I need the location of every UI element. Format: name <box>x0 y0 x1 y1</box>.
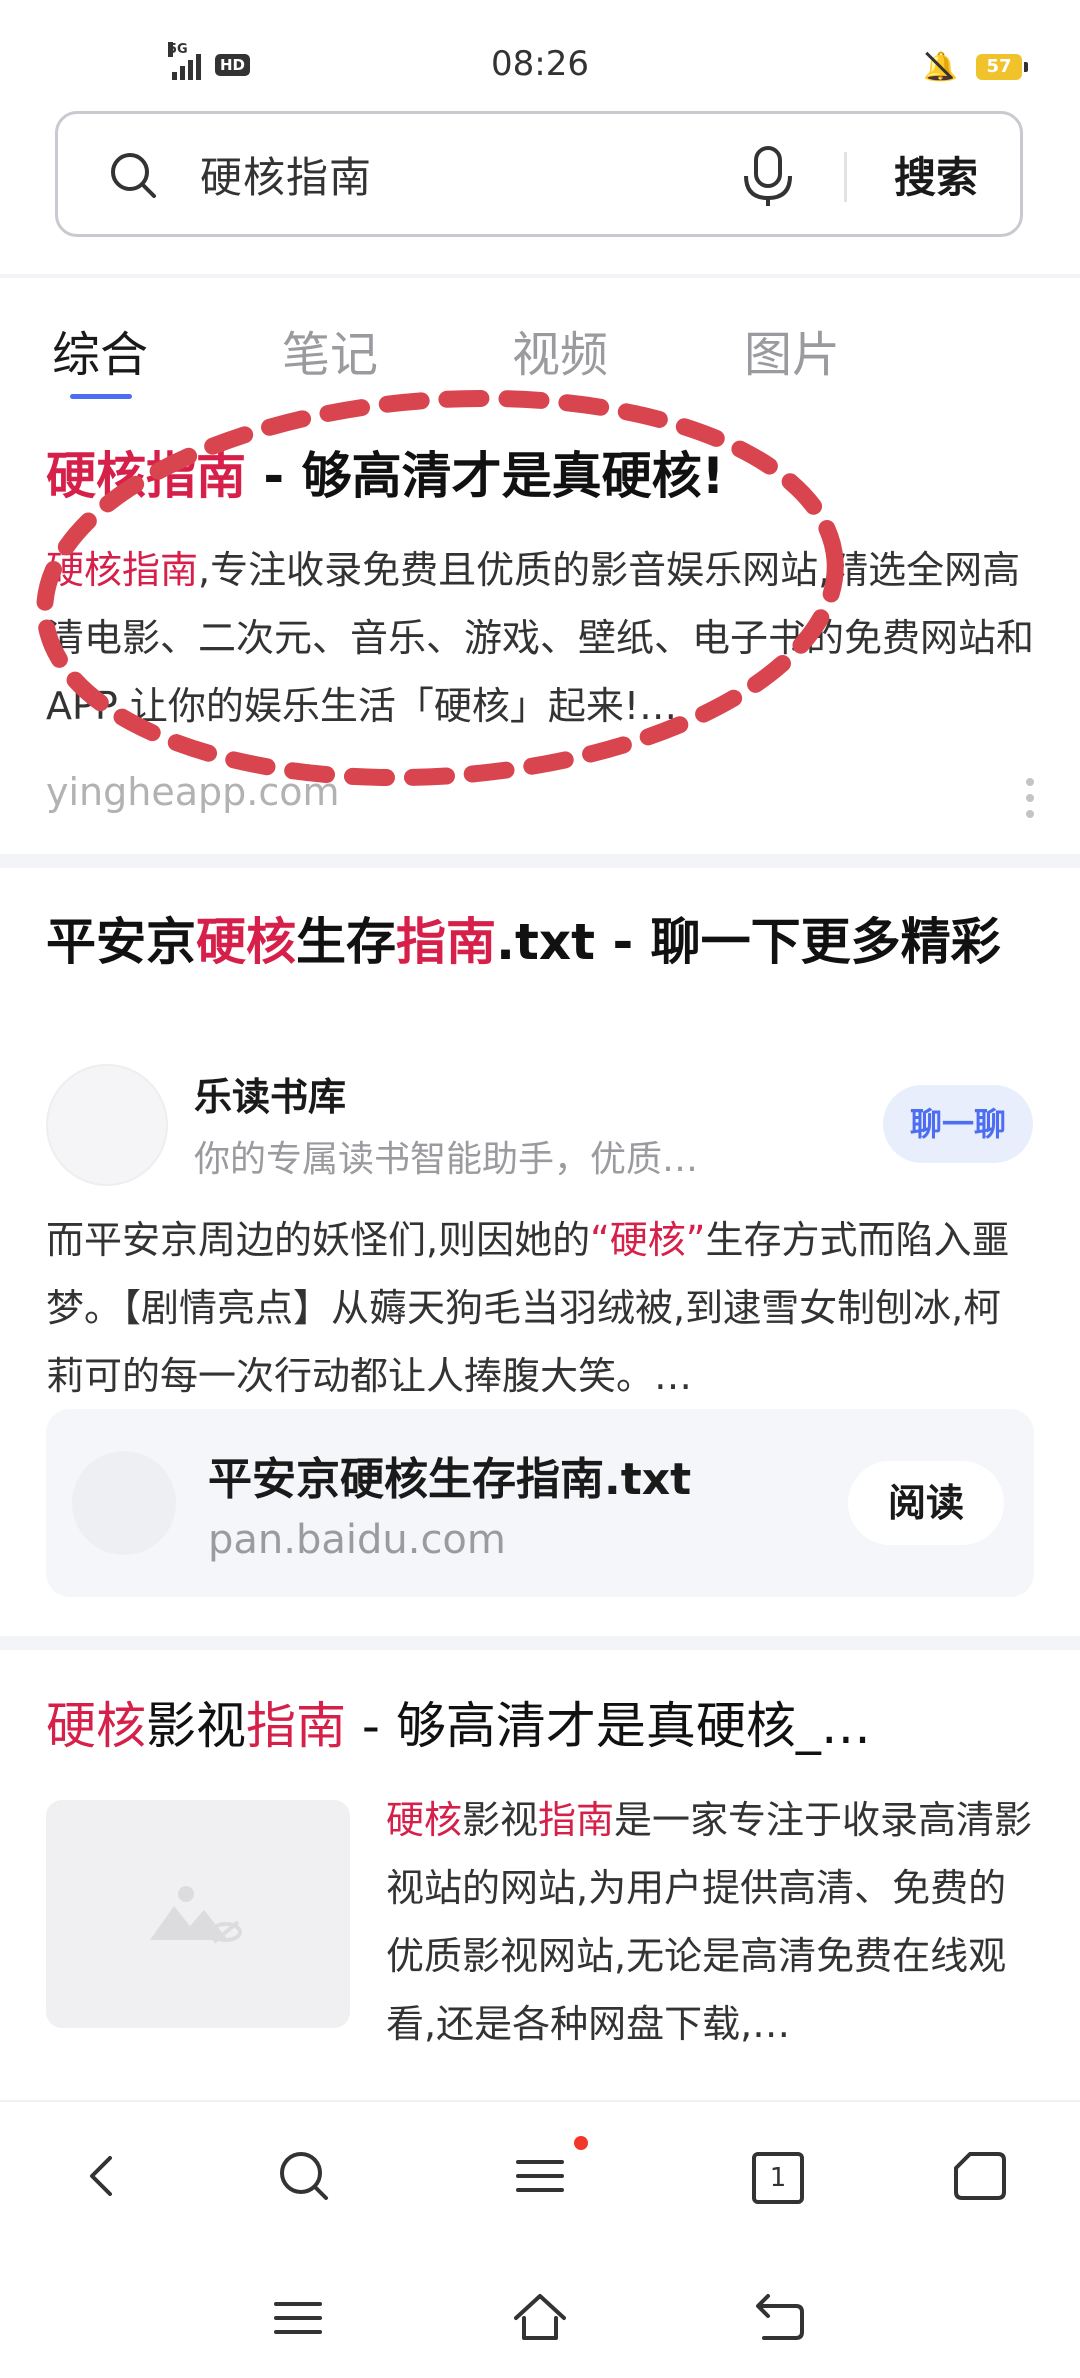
tab-comprehensive[interactable]: 综合 <box>52 315 148 385</box>
title-highlight: 硬核 <box>46 1697 146 1755</box>
search-divider <box>844 152 847 202</box>
tab-notes[interactable]: 笔记 <box>282 315 378 385</box>
header-divider <box>0 274 1080 278</box>
status-right: 🔔 57 <box>923 50 1028 83</box>
result-snippet: 硬核指南,专注收录免费且优质的影音娱乐网站,精选全网高清电影、二次元、音乐、游戏… <box>46 536 1036 740</box>
active-tab-indicator <box>70 394 132 399</box>
result-snippet: 硬核影视指南是一家专注于收录高清影视站的网站,为用户提供高清、免费的优质影视网站… <box>386 1786 1036 2058</box>
file-card[interactable]: 平安京硬核生存指南.txt pan.baidu.com 阅读 <box>46 1409 1034 1597</box>
result-url[interactable]: yingheapp.com <box>46 770 339 814</box>
title-highlight: 硬核 <box>196 913 296 971</box>
snippet-highlight: 指南 <box>538 1798 615 1842</box>
system-home-icon[interactable] <box>510 2288 570 2348</box>
result-thumbnail[interactable] <box>46 1800 350 2028</box>
back-icon[interactable] <box>72 2146 132 2206</box>
snippet-text: 而平安京周边的妖怪们,则因她的 <box>46 1218 591 1262</box>
source-name[interactable]: 乐读书库 <box>194 1066 346 1121</box>
file-title[interactable]: 平安京硬核生存指南.txt <box>208 1443 691 1507</box>
tabs-counter-icon[interactable]: 1 <box>746 2146 806 2206</box>
source-avatar[interactable] <box>46 1064 168 1186</box>
read-button[interactable]: 阅读 <box>848 1461 1004 1545</box>
result-title[interactable]: 硬核影视指南 - 够高清才是真硬核_… <box>46 1690 1036 1762</box>
tab-images[interactable]: 图片 <box>744 315 840 385</box>
chat-button[interactable]: 聊一聊 <box>883 1085 1033 1163</box>
title-text: 影视 <box>146 1697 246 1755</box>
home-icon[interactable] <box>950 2146 1010 2206</box>
bottom-navigation: 1 <box>0 2100 1080 2378</box>
tab-videos[interactable]: 视频 <box>512 315 608 385</box>
title-text: - 够高清才是真硬核! <box>246 447 725 505</box>
title-text: - 够高清才是真硬核_… <box>346 1697 871 1755</box>
file-thumbnail <box>72 1451 176 1555</box>
snippet-highlight: 硬核指南 <box>46 548 199 592</box>
status-time: 08:26 <box>491 44 589 84</box>
title-highlight: 硬核指南 <box>46 447 246 505</box>
title-text: 平安京 <box>46 913 196 971</box>
search-button[interactable]: 搜索 <box>894 144 978 205</box>
search-bar[interactable]: 硬核指南 搜索 <box>55 111 1023 237</box>
search-icon <box>111 153 156 198</box>
result-snippet: 而平安京周边的妖怪们,则因她的“硬核”生存方式而陷入噩梦。【剧情亮点】从薅天狗毛… <box>46 1206 1036 1410</box>
title-text: 生存 <box>296 913 396 971</box>
result-title[interactable]: 平安京硬核生存指南.txt - 聊一下更多精彩 <box>46 906 1036 978</box>
menu-icon[interactable] <box>510 2146 570 2206</box>
result-title[interactable]: 硬核指南 - 够高清才是真硬核! <box>46 440 1036 512</box>
file-url: pan.baidu.com <box>208 1517 506 1563</box>
title-text: .txt - 聊一下更多精彩 <box>496 913 1001 971</box>
mute-bell-icon: 🔔 <box>923 50 958 83</box>
microphone-icon[interactable] <box>738 144 798 210</box>
notification-dot <box>574 2136 588 2150</box>
tab-count: 1 <box>752 2152 804 2204</box>
snippet-text: 影视 <box>462 1798 539 1842</box>
snippet-highlight: 硬核 <box>386 1798 463 1842</box>
system-back-icon[interactable] <box>750 2288 810 2348</box>
snippet-highlight: “硬核” <box>590 1218 706 1262</box>
result-separator <box>0 854 1080 868</box>
title-highlight: 指南 <box>396 913 496 971</box>
recent-apps-icon[interactable] <box>268 2288 328 2348</box>
search-icon[interactable] <box>274 2146 334 2206</box>
image-placeholder-icon <box>150 1886 242 1944</box>
source-description: 你的专属读书智能助手，优质… <box>194 1139 699 1180</box>
title-highlight: 指南 <box>246 1697 346 1755</box>
more-options-icon[interactable] <box>1026 778 1034 826</box>
result-separator <box>0 1636 1080 1650</box>
search-input[interactable]: 硬核指南 <box>200 144 372 205</box>
battery-indicator: 57 <box>976 53 1028 80</box>
status-bar: 5G HD 08:26 🔔 57 <box>0 0 1080 110</box>
